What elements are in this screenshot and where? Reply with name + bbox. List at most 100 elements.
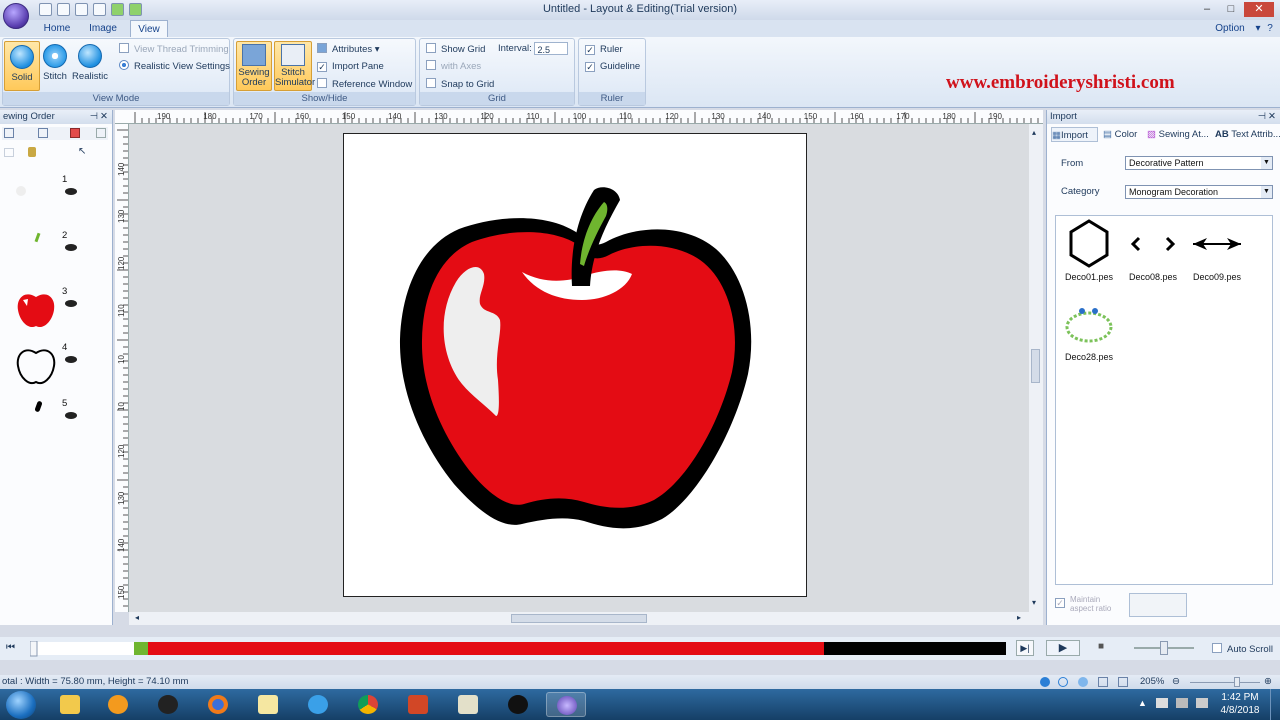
- minimize-button[interactable]: –: [1196, 2, 1218, 17]
- scroll-left-icon[interactable]: ◂: [135, 613, 139, 622]
- tab-home[interactable]: Home: [38, 20, 76, 37]
- taskbar-ie[interactable]: [298, 692, 338, 717]
- taskbar-file-explorer[interactable]: [50, 692, 90, 717]
- group-icon[interactable]: [38, 128, 48, 138]
- sewing-order-item[interactable]: 3: [10, 286, 100, 336]
- color-sort-icon[interactable]: [70, 128, 80, 138]
- stop-button[interactable]: ■: [1090, 640, 1112, 656]
- skip-back-icon[interactable]: ⏮: [6, 642, 15, 653]
- stitch-simulator-button[interactable]: Stitch Simulator: [274, 41, 315, 91]
- tab-image[interactable]: Image: [84, 20, 122, 37]
- realistic-view-button[interactable]: Realistic: [71, 41, 109, 91]
- sewing-order-item[interactable]: 5: [10, 398, 100, 448]
- sewing-order-button[interactable]: Sewing Order: [236, 41, 272, 91]
- ruler-option[interactable]: ✓ Ruler: [585, 43, 623, 57]
- category-dropdown-icon[interactable]: ▼: [1261, 186, 1272, 198]
- realistic-view-status-icon[interactable]: [1078, 677, 1088, 687]
- maximize-button[interactable]: □: [1220, 2, 1242, 17]
- guideline-checkbox[interactable]: ✓: [585, 62, 595, 72]
- import-close-icon[interactable]: ✕: [1268, 110, 1276, 124]
- import-pane-option[interactable]: ✓ Import Pane: [317, 60, 384, 74]
- show-grid-checkbox[interactable]: [426, 43, 436, 53]
- zoom-slider-thumb[interactable]: [1234, 677, 1240, 687]
- sewing-order-item[interactable]: 1: [10, 174, 100, 224]
- horizontal-scroll-thumb[interactable]: [511, 614, 647, 623]
- taskbar-media-player[interactable]: [98, 692, 138, 717]
- fit-view-status-icon[interactable]: [1118, 677, 1128, 687]
- zoom-in-icon[interactable]: ⊕: [1264, 675, 1272, 689]
- select-all-icon[interactable]: [4, 128, 14, 138]
- taskbar-image-app[interactable]: [448, 692, 488, 717]
- scroll-down-icon[interactable]: ▾: [1032, 598, 1036, 607]
- split-icon[interactable]: [96, 128, 106, 138]
- page-view-status-icon[interactable]: [1098, 677, 1108, 687]
- pattern-item-deco09[interactable]: Deco09.pes: [1186, 218, 1248, 282]
- view-thread-trimming-option[interactable]: View Thread Trimming: [119, 43, 229, 57]
- apple-design[interactable]: [344, 134, 806, 596]
- speed-slider-thumb[interactable]: [1160, 641, 1168, 655]
- tray-flag-icon[interactable]: [1156, 698, 1168, 708]
- view-thread-trimming-checkbox[interactable]: [119, 43, 129, 53]
- tab-sewing-attributes[interactable]: ▧ Sewing At...: [1147, 127, 1213, 142]
- tab-import[interactable]: ▦Import: [1051, 127, 1098, 142]
- import-pin-icon[interactable]: ⊣: [1258, 110, 1266, 124]
- pattern-item-deco08[interactable]: Deco08.pes: [1122, 218, 1184, 282]
- start-button[interactable]: [6, 691, 36, 719]
- zoom-slider[interactable]: [1190, 682, 1260, 683]
- auto-scroll-checkbox[interactable]: [1212, 643, 1222, 653]
- taskbar-firefox[interactable]: [198, 692, 238, 717]
- pattern-item-deco01[interactable]: Deco01.pes: [1058, 218, 1120, 282]
- application-menu-button[interactable]: [3, 3, 29, 29]
- skip-forward-icon[interactable]: ▶|: [1016, 640, 1034, 656]
- new-file-icon[interactable]: [39, 3, 52, 16]
- redo-icon[interactable]: [129, 3, 142, 16]
- tray-network-icon[interactable]: [1176, 698, 1188, 708]
- import-pane-checkbox[interactable]: ✓: [317, 62, 327, 72]
- snap-to-grid-checkbox[interactable]: [426, 78, 436, 88]
- pointer-icon[interactable]: ↖: [78, 146, 86, 157]
- scroll-right-icon[interactable]: ▸: [1017, 613, 1021, 622]
- with-axes-option[interactable]: with Axes: [426, 60, 481, 74]
- solid-view-status-icon[interactable]: [1040, 677, 1050, 687]
- clock-time[interactable]: 1:42 PM: [1214, 692, 1266, 703]
- reference-window-option[interactable]: Reference Window: [317, 78, 412, 92]
- solid-view-button[interactable]: Solid: [4, 41, 40, 91]
- visibility-eye-icon[interactable]: [65, 244, 77, 251]
- import-button[interactable]: [1129, 593, 1187, 617]
- visibility-eye-icon[interactable]: [65, 356, 77, 363]
- visibility-eye-icon[interactable]: [65, 300, 77, 307]
- snap-to-grid-option[interactable]: Snap to Grid: [426, 78, 494, 92]
- taskbar-notepad[interactable]: [248, 692, 288, 717]
- interval-input[interactable]: 2.5: [534, 42, 569, 55]
- from-dropdown-icon[interactable]: ▼: [1261, 157, 1272, 169]
- close-file-icon[interactable]: [93, 3, 106, 16]
- move-first-icon[interactable]: [4, 148, 14, 157]
- sewing-order-item[interactable]: 2: [10, 230, 100, 280]
- taskbar-app-dark[interactable]: [148, 692, 188, 717]
- open-file-icon[interactable]: [57, 3, 70, 16]
- tab-view[interactable]: View: [130, 20, 168, 37]
- with-axes-checkbox[interactable]: [426, 60, 436, 70]
- maintain-aspect-option[interactable]: ✓ Maintain aspect ratio: [1055, 595, 1111, 613]
- reference-window-checkbox[interactable]: [317, 78, 327, 88]
- tray-volume-icon[interactable]: [1196, 698, 1208, 708]
- help-icon[interactable]: ?: [1264, 20, 1276, 37]
- lock-icon[interactable]: [28, 147, 36, 157]
- tab-text-attributes[interactable]: AB Text Attrib...: [1215, 127, 1280, 142]
- pattern-item-deco28[interactable]: Deco28.pes: [1058, 300, 1120, 362]
- taskbar-powerpoint[interactable]: [398, 692, 438, 717]
- attributes-dropdown[interactable]: Attributes ▾: [317, 43, 380, 57]
- zoom-out-icon[interactable]: ⊖: [1172, 675, 1180, 689]
- stitch-view-status-icon[interactable]: [1058, 677, 1068, 687]
- play-button[interactable]: ▶: [1046, 640, 1080, 656]
- auto-scroll-option[interactable]: Auto Scroll: [1212, 643, 1273, 655]
- taskbar-chrome[interactable]: [348, 692, 388, 717]
- vertical-scrollbar[interactable]: ▴ ▾: [1029, 124, 1043, 612]
- show-desktop-button[interactable]: [1270, 689, 1280, 720]
- taskbar-picsart[interactable]: [498, 692, 538, 717]
- ruler-checkbox[interactable]: ✓: [585, 45, 595, 55]
- realistic-view-settings-option[interactable]: Realistic View Settings: [119, 60, 230, 74]
- visibility-eye-icon[interactable]: [65, 412, 77, 419]
- tab-color[interactable]: ▤ Color: [1103, 127, 1143, 142]
- horizontal-scrollbar[interactable]: ◂ ▸: [129, 612, 1043, 625]
